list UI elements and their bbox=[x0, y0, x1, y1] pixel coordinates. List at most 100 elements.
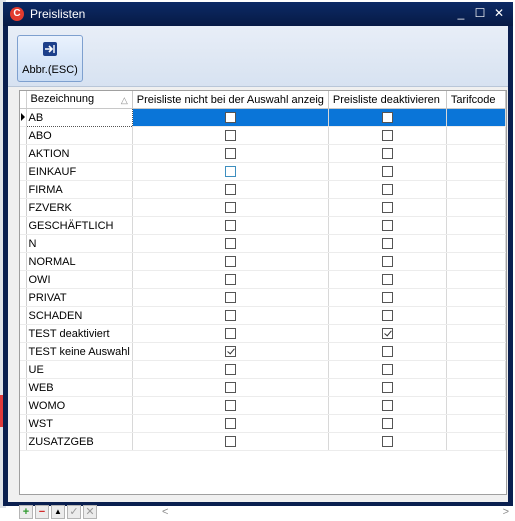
checkbox-hide-in-selection[interactable] bbox=[224, 256, 236, 267]
cell-bezeichnung[interactable]: FZVERK bbox=[26, 198, 133, 217]
cell-tarifcode[interactable] bbox=[446, 396, 506, 415]
cell-bezeichnung[interactable]: WEB bbox=[26, 378, 133, 397]
checkbox-deactivate[interactable] bbox=[381, 166, 393, 177]
post-record-button[interactable]: ✓ bbox=[67, 505, 81, 519]
cell-tarifcode[interactable] bbox=[446, 198, 506, 217]
cell-bezeichnung[interactable]: TEST deaktiviert bbox=[26, 324, 133, 343]
checkbox-hide-in-selection[interactable] bbox=[224, 274, 236, 285]
checkbox-deactivate[interactable] bbox=[381, 328, 393, 339]
checkbox-deactivate[interactable] bbox=[381, 220, 393, 231]
column-header-bezeichnung[interactable]: Bezeichnung △ bbox=[26, 91, 133, 109]
checkbox-deactivate[interactable] bbox=[381, 274, 393, 285]
checkbox-deactivate[interactable] bbox=[381, 346, 393, 357]
checkbox-deactivate[interactable] bbox=[381, 184, 393, 195]
column-header-hide[interactable]: Preisliste nicht bei der Auswahl anzeig bbox=[132, 91, 329, 109]
table-row[interactable]: EINKAUF bbox=[20, 162, 506, 181]
checkbox-hide-in-selection[interactable] bbox=[224, 310, 236, 321]
cell-tarifcode[interactable] bbox=[446, 216, 506, 235]
checkbox-deactivate[interactable] bbox=[381, 112, 393, 123]
cell-bezeichnung[interactable]: FIRMA bbox=[26, 180, 133, 199]
checkbox-deactivate[interactable] bbox=[381, 148, 393, 159]
table-row[interactable]: UE bbox=[20, 360, 506, 379]
table-row[interactable]: AKTION bbox=[20, 144, 506, 163]
cell-tarifcode[interactable] bbox=[446, 144, 506, 163]
table-row[interactable]: TEST deaktiviert bbox=[20, 324, 506, 343]
cell-tarifcode[interactable] bbox=[446, 414, 506, 433]
checkbox-hide-in-selection[interactable] bbox=[224, 238, 236, 249]
cell-tarifcode[interactable] bbox=[446, 378, 506, 397]
table-row[interactable]: TEST keine Auswahl bbox=[20, 342, 506, 361]
checkbox-hide-in-selection[interactable] bbox=[224, 112, 236, 123]
cell-bezeichnung[interactable]: EINKAUF bbox=[26, 162, 133, 181]
cell-bezeichnung[interactable]: PRIVAT bbox=[26, 288, 133, 307]
checkbox-hide-in-selection[interactable] bbox=[224, 166, 236, 177]
checkbox-hide-in-selection[interactable] bbox=[224, 148, 236, 159]
checkbox-deactivate[interactable] bbox=[381, 238, 393, 249]
cell-bezeichnung[interactable]: SCHADEN bbox=[26, 306, 133, 325]
price-list-grid[interactable]: Bezeichnung △ Preisliste nicht bei der A… bbox=[19, 90, 507, 495]
cell-tarifcode[interactable] bbox=[446, 432, 506, 451]
cell-tarifcode[interactable] bbox=[446, 360, 506, 379]
cell-bezeichnung[interactable]: AKTION bbox=[26, 144, 133, 163]
checkbox-hide-in-selection[interactable] bbox=[224, 346, 236, 357]
cell-tarifcode[interactable] bbox=[446, 306, 506, 325]
checkbox-deactivate[interactable] bbox=[381, 202, 393, 213]
table-row[interactable]: GESCHÄFTLICH bbox=[20, 216, 506, 235]
cell-tarifcode[interactable] bbox=[446, 270, 506, 289]
maximize-button[interactable]: ☐ bbox=[473, 6, 487, 20]
checkbox-hide-in-selection[interactable] bbox=[224, 418, 236, 429]
cell-bezeichnung[interactable]: GESCHÄFTLICH bbox=[26, 216, 133, 235]
cell-bezeichnung[interactable]: NORMAL bbox=[26, 252, 133, 271]
table-row[interactable]: WEB bbox=[20, 378, 506, 397]
checkbox-hide-in-selection[interactable] bbox=[224, 436, 236, 447]
delete-record-button[interactable]: − bbox=[35, 505, 49, 519]
checkbox-hide-in-selection[interactable] bbox=[224, 220, 236, 231]
table-row[interactable]: PRIVAT bbox=[20, 288, 506, 307]
cell-bezeichnung[interactable]: TEST keine Auswahl bbox=[26, 342, 133, 361]
checkbox-deactivate[interactable] bbox=[381, 382, 393, 393]
cancel-record-button[interactable]: ✕ bbox=[83, 505, 97, 519]
cell-bezeichnung[interactable]: N bbox=[26, 234, 133, 253]
checkbox-hide-in-selection[interactable] bbox=[224, 364, 236, 375]
checkbox-deactivate[interactable] bbox=[381, 292, 393, 303]
checkbox-hide-in-selection[interactable] bbox=[224, 184, 236, 195]
cell-bezeichnung[interactable]: ABO bbox=[26, 126, 133, 145]
close-button[interactable]: ✕ bbox=[492, 6, 506, 20]
cell-tarifcode[interactable] bbox=[446, 108, 506, 127]
checkbox-hide-in-selection[interactable] bbox=[224, 328, 236, 339]
cell-bezeichnung[interactable]: WOMO bbox=[26, 396, 133, 415]
checkbox-deactivate[interactable] bbox=[381, 256, 393, 267]
checkbox-hide-in-selection[interactable] bbox=[224, 400, 236, 411]
table-row[interactable]: WST bbox=[20, 414, 506, 433]
cell-tarifcode[interactable] bbox=[446, 342, 506, 361]
checkbox-deactivate[interactable] bbox=[381, 400, 393, 411]
cell-tarifcode[interactable] bbox=[446, 288, 506, 307]
cell-bezeichnung[interactable]: UE bbox=[26, 360, 133, 379]
title-bar[interactable]: C Preislisten _ ☐ ✕ bbox=[3, 2, 513, 26]
cell-bezeichnung[interactable]: WST bbox=[26, 414, 133, 433]
checkbox-deactivate[interactable] bbox=[381, 310, 393, 321]
cell-tarifcode[interactable] bbox=[446, 324, 506, 343]
checkbox-hide-in-selection[interactable] bbox=[224, 130, 236, 141]
cell-tarifcode[interactable] bbox=[446, 180, 506, 199]
checkbox-deactivate[interactable] bbox=[381, 436, 393, 447]
cancel-esc-button[interactable]: Abbr.(ESC) bbox=[17, 35, 83, 82]
table-row[interactable]: N bbox=[20, 234, 506, 253]
table-row[interactable]: FZVERK bbox=[20, 198, 506, 217]
table-row[interactable]: ZUSATZGEB bbox=[20, 432, 506, 451]
cell-bezeichnung[interactable]: ZUSATZGEB bbox=[26, 432, 133, 451]
table-row[interactable]: AB bbox=[20, 108, 506, 127]
checkbox-hide-in-selection[interactable] bbox=[224, 292, 236, 303]
minimize-button[interactable]: _ bbox=[454, 6, 468, 20]
column-header-deactivate[interactable]: Preisliste deaktivieren bbox=[328, 91, 447, 109]
checkbox-hide-in-selection[interactable] bbox=[224, 202, 236, 213]
table-row[interactable]: ABO bbox=[20, 126, 506, 145]
table-row[interactable]: OWI bbox=[20, 270, 506, 289]
checkbox-deactivate[interactable] bbox=[381, 418, 393, 429]
table-row[interactable]: NORMAL bbox=[20, 252, 506, 271]
column-header-tarifcode[interactable]: Tarifcode bbox=[446, 91, 506, 109]
cell-tarifcode[interactable] bbox=[446, 126, 506, 145]
table-row[interactable]: FIRMA bbox=[20, 180, 506, 199]
cell-bezeichnung[interactable]: OWI bbox=[26, 270, 133, 289]
cell-tarifcode[interactable] bbox=[446, 252, 506, 271]
